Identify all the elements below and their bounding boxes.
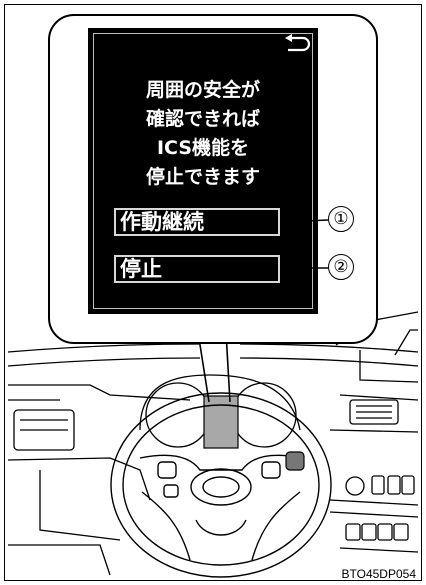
callout-number-2: ②	[328, 254, 354, 280]
callout-number-1: ①	[328, 206, 354, 232]
leader-lines	[281, 219, 329, 269]
figure-code: BTO45DP054	[341, 567, 417, 581]
